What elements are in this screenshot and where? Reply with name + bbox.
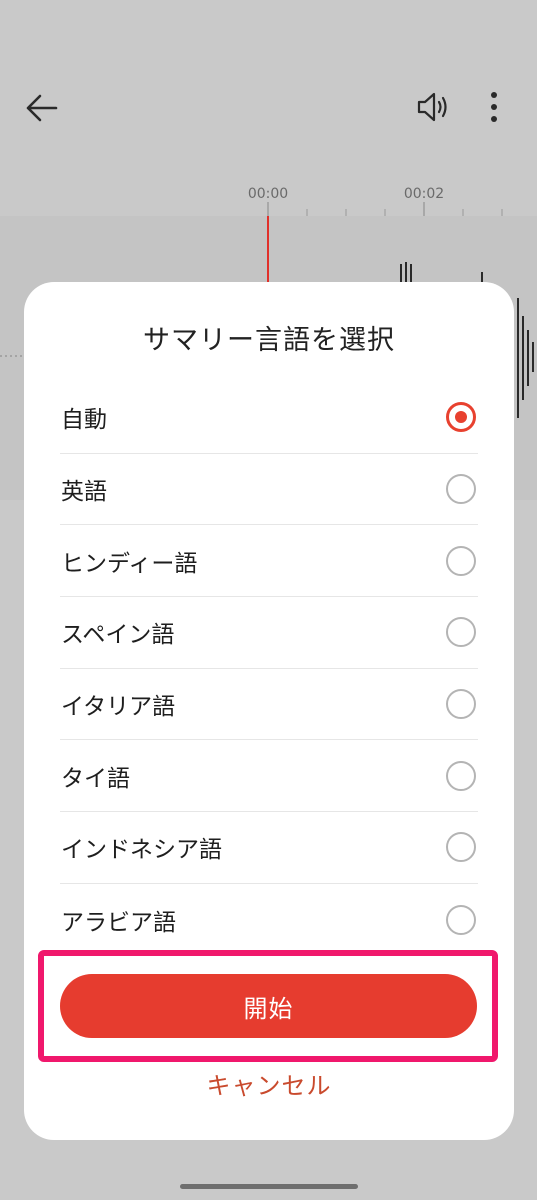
option-english[interactable]: 英語 bbox=[60, 454, 478, 526]
option-hindi[interactable]: ヒンディー語 bbox=[60, 525, 478, 598]
option-label: 自動 bbox=[61, 407, 107, 434]
option-label: ヒンディー語 bbox=[61, 550, 198, 577]
radio-button-selected[interactable] bbox=[446, 402, 476, 433]
dialog-title: サマリー言語を選択 bbox=[143, 325, 395, 356]
option-thai[interactable]: タイ語 bbox=[60, 740, 478, 813]
option-indonesian[interactable]: インドネシア語 bbox=[60, 812, 478, 884]
cancel-button[interactable]: キャンセル bbox=[24, 1066, 514, 1101]
option-spanish[interactable]: スペイン語 bbox=[60, 597, 478, 669]
start-button[interactable]: 開始 bbox=[60, 974, 477, 1038]
option-label: アラビア語 bbox=[61, 909, 176, 935]
radio-button[interactable] bbox=[446, 545, 476, 576]
option-label: インドネシア語 bbox=[61, 837, 222, 864]
option-label: イタリア語 bbox=[61, 694, 176, 721]
option-label: タイ語 bbox=[61, 765, 130, 792]
summary-language-dialog: サマリー言語を選択 自動 英語 ヒンディー語 スペイン語 イタリア語 タイ語 イ… bbox=[24, 282, 514, 1140]
option-arabic[interactable]: アラビア語 bbox=[60, 884, 478, 935]
radio-button[interactable] bbox=[446, 474, 476, 505]
radio-button[interactable] bbox=[446, 832, 476, 863]
radio-button[interactable] bbox=[446, 689, 476, 720]
radio-button[interactable] bbox=[446, 760, 476, 791]
language-option-list[interactable]: 自動 英語 ヒンディー語 スペイン語 イタリア語 タイ語 インドネシア語 アラビ… bbox=[60, 382, 478, 935]
option-label: スペイン語 bbox=[61, 622, 175, 649]
radio-button[interactable] bbox=[446, 617, 476, 648]
home-indicator[interactable] bbox=[180, 1184, 358, 1189]
option-italian[interactable]: イタリア語 bbox=[60, 669, 478, 741]
radio-button[interactable] bbox=[446, 904, 476, 935]
option-auto[interactable]: 自動 bbox=[60, 382, 478, 454]
option-label: 英語 bbox=[61, 479, 107, 506]
